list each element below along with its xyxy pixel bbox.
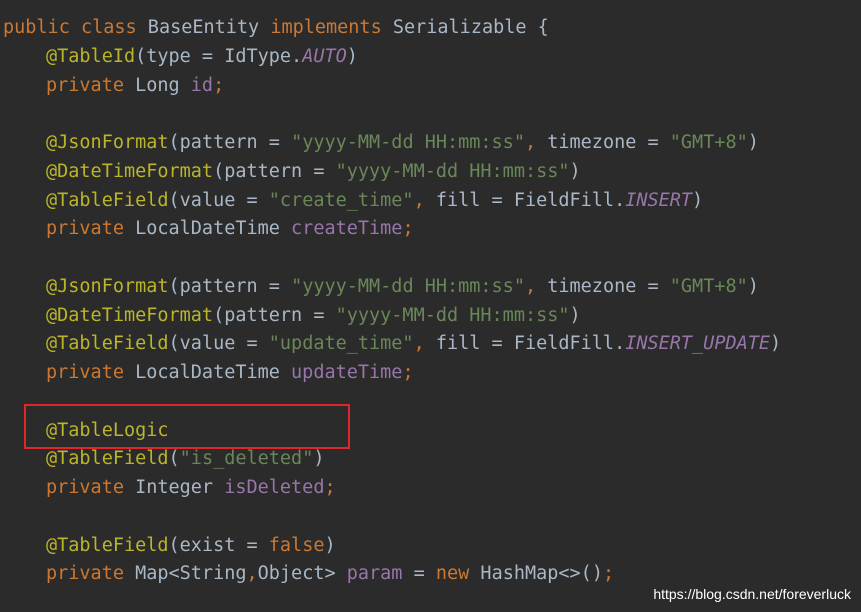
string-literal: "update_time" [268,333,414,354]
code-line-createtime-field: private LocalDateTime createTime; [46,218,414,239]
string-literal: "create_time" [268,190,414,211]
annotation: @JsonFormat [46,132,169,153]
annotation: @DateTimeFormat [46,161,214,182]
keyword-public: public [3,17,70,38]
code-line-isdeleted-field: private Integer isDeleted; [46,477,336,498]
string-literal: "is_deleted" [179,448,314,469]
field-name: id [190,75,214,96]
annotation: @TableField [46,333,169,354]
field-name: createTime [291,218,403,239]
class-name: BaseEntity [136,17,271,38]
code-line-tablefield-exist: @TableField(exist = false) [46,535,336,556]
keyword-class: class [80,17,137,38]
enum-constant: INSERT [625,190,693,211]
interface-name: Serializable { [381,17,549,38]
string-literal: "yyyy-MM-dd HH:mm:ss" [291,276,525,297]
code-line-tablefield-isdeleted: @TableField("is_deleted") [46,448,325,469]
code-line-datetimeformat-annotation: @DateTimeFormat(pattern = "yyyy-MM-dd HH… [46,305,581,326]
field-name: updateTime [291,362,403,383]
keyword-false: false [268,535,325,556]
code-line-tablefield-create: @TableField(value = "create_time", fill … [46,190,704,211]
keyword-new: new [435,563,470,584]
keyword-private: private [46,477,124,498]
annotation: @TableField [46,448,169,469]
field-name: param [346,563,403,584]
code-line-param-field: private Map<String,Object> param = new H… [46,563,615,584]
code-line-tableid-annotation: @TableId(type = IdType.AUTO) [46,46,358,67]
watermark: https://blog.csdn.net/foreverluck [653,586,851,602]
keyword-implements: implements [270,17,382,38]
string-literal: "yyyy-MM-dd HH:mm:ss" [335,305,570,326]
keyword-private: private [46,218,124,239]
annotation: @JsonFormat [46,276,169,297]
code-line-jsonformat-annotation: @JsonFormat(pattern = "yyyy-MM-dd HH:mm:… [46,132,759,153]
enum-constant: INSERT_UPDATE [625,333,771,354]
code-line-tablefield-update: @TableField(value = "update_time", fill … [46,333,782,354]
string-literal: "yyyy-MM-dd HH:mm:ss" [291,132,525,153]
keyword-private: private [46,362,124,383]
field-name: isDeleted [224,477,325,498]
annotation: @DateTimeFormat [46,305,214,326]
keyword-private: private [46,563,124,584]
code-editor[interactable]: public class BaseEntity implements Seria… [0,0,861,612]
annotation: @TableField [46,190,169,211]
annotation: @TableField [46,535,169,556]
code-line-updatetime-field: private LocalDateTime updateTime; [46,362,414,383]
code-line-jsonformat-annotation: @JsonFormat(pattern = "yyyy-MM-dd HH:mm:… [46,276,759,297]
string-literal: "GMT+8" [669,276,748,297]
enum-constant: AUTO [302,46,347,67]
string-literal: "yyyy-MM-dd HH:mm:ss" [335,161,570,182]
highlight-box [24,404,350,449]
code-line-datetimeformat-annotation: @DateTimeFormat(pattern = "yyyy-MM-dd HH… [46,161,581,182]
annotation: @TableId [46,46,136,67]
code-line-class-declaration: public class BaseEntity implements Seria… [3,14,549,42]
keyword-private: private [46,75,124,96]
code-line-id-field: private Long id; [46,75,225,96]
string-literal: "GMT+8" [669,132,748,153]
